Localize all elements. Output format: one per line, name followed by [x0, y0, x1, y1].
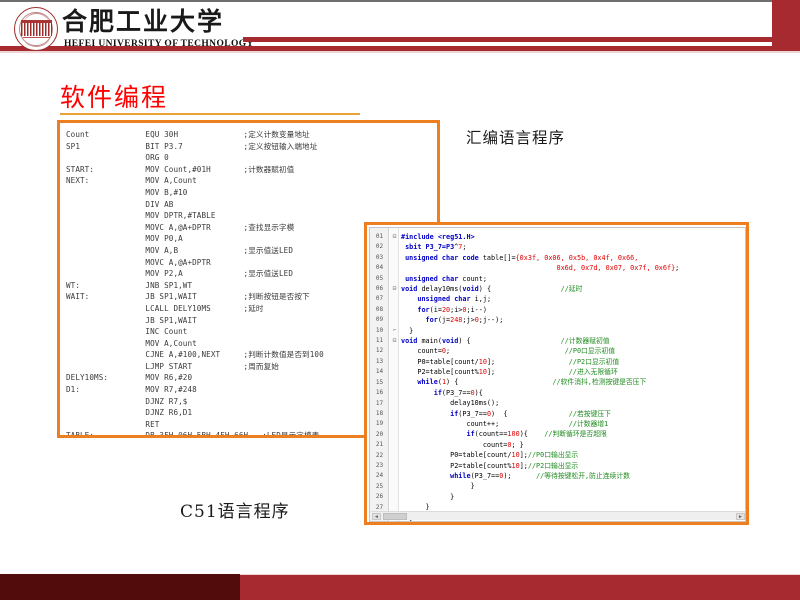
- c51-horizontal-scrollbar[interactable]: ◄ ►: [371, 511, 745, 520]
- c51-code-line: if(P3_7==0){: [401, 388, 483, 397]
- c51-code-line: P0=table[count/10]; //P2口显示初值: [401, 357, 620, 366]
- university-branding: 合肥工业大学 HEFEI UNIVERSITY OF TECHNOLOGY: [14, 6, 254, 54]
- c51-scrollbar-thumb[interactable]: [383, 513, 407, 520]
- c51-code-line: 0x6d, 0x7d, 0x07, 0x7f, 0x6f};: [401, 264, 680, 273]
- scroll-left-arrow-icon[interactable]: ◄: [372, 513, 381, 520]
- c51-line-numbers: 01 02 03 04 05 06 07 08 09 10 11 12 13 1…: [375, 233, 384, 521]
- c51-code-box: 01 02 03 04 05 06 07 08 09 10 11 12 13 1…: [364, 222, 749, 525]
- seal-bars: [21, 23, 52, 36]
- c51-code-line: if(count==100){ //判断循环是否超限: [401, 430, 607, 439]
- c51-code-line: }: [401, 326, 414, 335]
- c51-code-line: void delay10ms(void) { //延时: [401, 284, 583, 293]
- university-name-en: HEFEI UNIVERSITY OF TECHNOLOGY: [64, 39, 254, 49]
- c51-code-text: #include <reg51.H> sbit P3_7=P3^7; unsig…: [401, 232, 745, 521]
- c51-code-line: if(P3_7==0) { //若按键压下: [401, 409, 611, 418]
- c51-code-line: }: [401, 492, 455, 501]
- scroll-right-arrow-icon[interactable]: ►: [736, 513, 745, 520]
- c51-code-line: void main(void) { //计数器赋初值: [401, 336, 610, 345]
- c51-code-line: delay10ms();: [401, 399, 500, 408]
- c51-code-line: count=0; //P0口显示初值: [401, 347, 616, 356]
- header-top-divider: [0, 0, 800, 2]
- c51-code-line: for(i=20;i>0;i--): [401, 305, 487, 314]
- title-underline: [60, 113, 360, 115]
- c51-code-line: P2=table[count%10];//P2口输出显示: [401, 461, 579, 470]
- university-name-cn: 合肥工业大学: [62, 7, 225, 36]
- footer-highlight-line: [240, 573, 800, 575]
- header-horizontal-rule: [243, 37, 788, 42]
- c51-editor-pane: 01 02 03 04 05 06 07 08 09 10 11 12 13 1…: [369, 227, 746, 522]
- seal-bar-bottom: [23, 36, 50, 39]
- footer-red-band: [240, 574, 800, 600]
- footer-dark-band: [0, 574, 240, 600]
- c51-code-line: while(1) { //软件消抖,检测按键是否压下: [401, 378, 647, 387]
- c51-code-line: while(P3_7==0); //等待按键松开,防止连续计数: [401, 471, 630, 480]
- assembly-label: 汇编语言程序: [466, 129, 566, 147]
- page-title: 软件编程: [60, 83, 169, 112]
- presentation-slide: 合肥工业大学 HEFEI UNIVERSITY OF TECHNOLOGY 软件…: [0, 0, 800, 600]
- c51-code-line: for(j=248;j>0;j--);: [401, 316, 504, 325]
- c51-code-line: count++; //计数器增1: [401, 420, 609, 429]
- c51-code-line: sbit P3_7=P3^7;: [401, 243, 467, 252]
- c51-code-line: count=0; }: [401, 440, 524, 449]
- hefei-university-seal-icon: [14, 7, 58, 51]
- c51-label: C51语言程序: [180, 502, 290, 522]
- c51-code-line: P2=table[count%10]; //进入无限循环: [401, 368, 618, 377]
- c51-code-line: unsigned char code table[]={0x3f, 0x06, …: [401, 253, 639, 262]
- c51-code-line: }: [401, 482, 475, 491]
- c51-code-line: #include <reg51.H>: [401, 233, 475, 241]
- c51-code-line: unsigned char i,j;: [401, 295, 492, 304]
- assembly-code-text: Count EQU 30H ;定义计数变量地址 SP1 BIT P3.7 ;定义…: [66, 130, 324, 438]
- c51-code-line: unsigned char count;: [401, 274, 487, 283]
- c51-fold-markers: ⊟ ⊟ ⌐ ⊟: [392, 233, 397, 345]
- c51-code-line: P0=table[count/10];//P0口输出显示: [401, 451, 579, 460]
